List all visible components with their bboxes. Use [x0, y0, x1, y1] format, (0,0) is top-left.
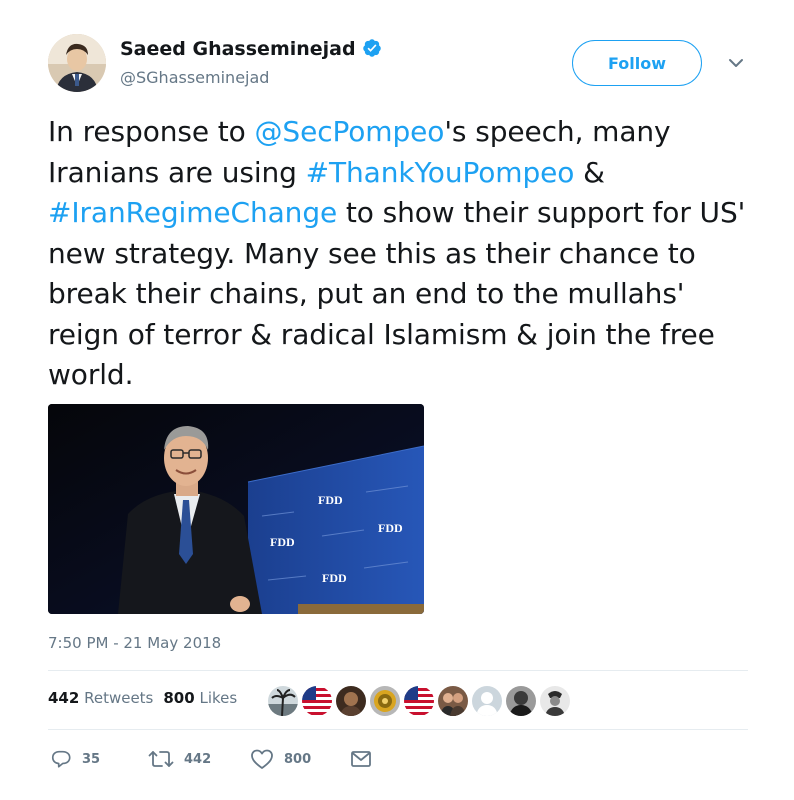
banner-logo-text: FDD	[318, 493, 343, 507]
retweet-count: 442	[184, 751, 212, 767]
tweet-photo[interactable]: FDD FDD FDD FDD	[48, 404, 424, 614]
avatar-image	[48, 34, 106, 92]
divider	[48, 670, 748, 671]
author-avatar[interactable]	[48, 34, 106, 92]
reply-count: 35	[82, 751, 101, 767]
liker-avatar-default-icon[interactable]	[470, 684, 504, 718]
liker-avatar-us-flag-icon[interactable]	[300, 684, 334, 718]
liker-avatar-bw-person-icon[interactable]	[504, 684, 538, 718]
liker-avatar-palm-icon[interactable]	[266, 684, 300, 718]
like-button[interactable]: 800	[250, 748, 311, 770]
author-handle[interactable]: @SGhasseminejad	[120, 68, 269, 87]
banner-logo-text: FDD	[378, 521, 403, 535]
direct-message-button[interactable]	[350, 748, 382, 770]
author-name-text[interactable]: Saeed Ghasseminejad	[120, 38, 356, 60]
like-count: 800	[284, 751, 312, 767]
retweets-label: Retweets	[84, 689, 154, 707]
retweets-count: 442	[48, 689, 80, 707]
envelope-icon	[351, 751, 371, 767]
retweets-stat[interactable]: 442 Retweets	[48, 689, 153, 707]
retweet-icon	[148, 751, 174, 767]
liker-avatar-person-icon[interactable]	[334, 684, 368, 718]
liker-avatar-bw-figure-icon[interactable]	[538, 684, 572, 718]
tweet-stats: 442 Retweets 800 Likes	[48, 689, 237, 707]
likes-count: 800	[163, 689, 195, 707]
mention-link[interactable]: @SecPompeo	[255, 115, 445, 148]
heart-icon	[251, 749, 273, 769]
likes-label: Likes	[199, 689, 238, 707]
hashtag-link[interactable]: #ThankYouPompeo	[306, 156, 575, 189]
liker-avatar-us-flag-icon[interactable]	[402, 684, 436, 718]
liker-avatar-couple-icon[interactable]	[436, 684, 470, 718]
author-display-name[interactable]: Saeed Ghasseminejad	[120, 38, 382, 60]
retweet-button[interactable]: 442	[148, 748, 211, 770]
tweet-text-segment: &	[574, 155, 605, 189]
banner-logo-text: FDD	[270, 535, 295, 549]
chevron-down-icon[interactable]	[726, 56, 746, 70]
verified-badge-icon	[362, 39, 381, 57]
reply-button[interactable]: 35	[50, 748, 100, 770]
tweet-text-segment: In response to	[48, 115, 255, 148]
follow-button[interactable]: Follow	[572, 40, 702, 86]
likes-stat[interactable]: 800 Likes	[163, 689, 237, 707]
liker-avatar-badge-icon[interactable]	[368, 684, 402, 718]
hashtag-link[interactable]: #IranRegimeChange	[48, 196, 337, 229]
divider	[48, 729, 748, 730]
photo-image: FDD FDD FDD FDD	[48, 404, 424, 614]
reply-icon	[51, 750, 71, 768]
banner-logo-text: FDD	[322, 571, 347, 585]
tweet-text: In response to @SecPompeo's speech, many…	[48, 112, 758, 396]
tweet-timestamp[interactable]: 7:50 PM - 21 May 2018	[48, 634, 221, 652]
